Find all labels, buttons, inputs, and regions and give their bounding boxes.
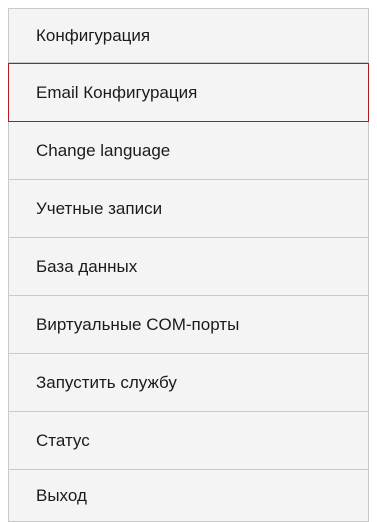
menu-item-label: Запустить службу [36,372,177,392]
menu-item-label: Выход [36,485,87,505]
menu-item-label: Учетные записи [36,198,163,218]
menu-item-label: Конфигурация [36,25,151,45]
menu-item-start-service[interactable]: Запустить службу [8,354,369,412]
menu-item-label: Виртуальные COM-порты [36,314,240,334]
navigation-menu: Конфигурация Email Конфигурация Change l… [8,8,369,522]
menu-item-virtual-com-ports[interactable]: Виртуальные COM-порты [8,296,369,354]
menu-item-status[interactable]: Статус [8,412,369,470]
menu-item-label: Email Конфигурация [36,82,198,102]
menu-item-email-configuration[interactable]: Email Конфигурация [8,63,369,122]
menu-item-exit[interactable]: Выход [8,470,369,522]
menu-item-label: Статус [36,430,90,450]
menu-item-label: Change language [36,140,171,160]
menu-item-configuration[interactable]: Конфигурация [8,8,369,63]
menu-item-change-language[interactable]: Change language [8,122,369,180]
menu-item-accounts[interactable]: Учетные записи [8,180,369,238]
menu-item-label: База данных [36,256,138,276]
menu-item-database[interactable]: База данных [8,238,369,296]
